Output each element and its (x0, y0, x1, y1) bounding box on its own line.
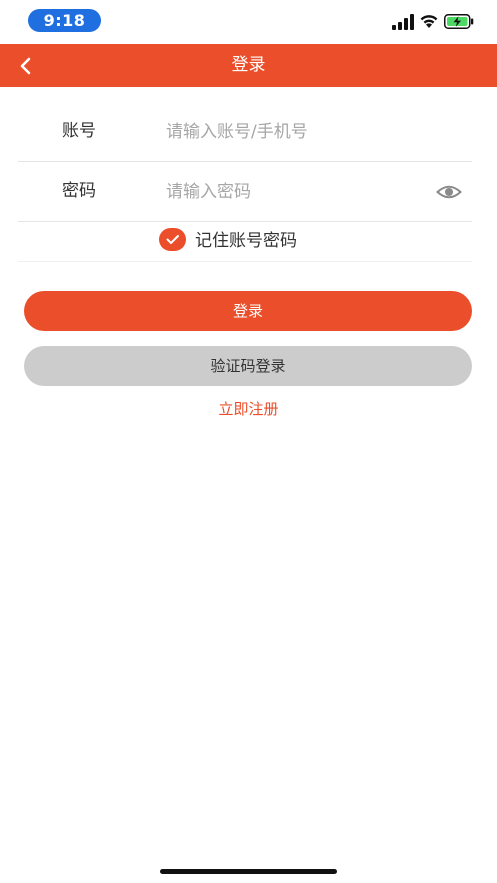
check-icon (166, 235, 179, 244)
status-bar: 9:18 (0, 0, 497, 44)
account-label: 账号 (62, 121, 96, 141)
chevron-left-icon[interactable] (12, 52, 40, 80)
remember-checkbox[interactable] (159, 228, 186, 251)
wifi-icon (420, 15, 438, 28)
status-time: 9:18 (28, 9, 101, 32)
page-title: 登录 (231, 55, 266, 75)
account-row: 账号 (18, 102, 472, 162)
account-input[interactable] (166, 116, 426, 148)
remember-label[interactable]: 记住账号密码 (195, 222, 297, 260)
cellular-signal-icon (392, 14, 414, 30)
register-link[interactable]: 立即注册 (0, 398, 497, 419)
code-login-button[interactable]: 验证码登录 (24, 346, 472, 386)
password-label: 密码 (62, 181, 96, 201)
password-input[interactable] (166, 176, 426, 208)
home-indicator (160, 869, 337, 874)
password-row: 密码 (18, 162, 472, 222)
nav-bar: 登录 (0, 44, 497, 87)
eye-icon[interactable] (436, 180, 462, 204)
battery-charging-icon (444, 14, 474, 29)
remember-row: 记住账号密码 (18, 222, 472, 262)
login-button[interactable]: 登录 (24, 291, 472, 331)
